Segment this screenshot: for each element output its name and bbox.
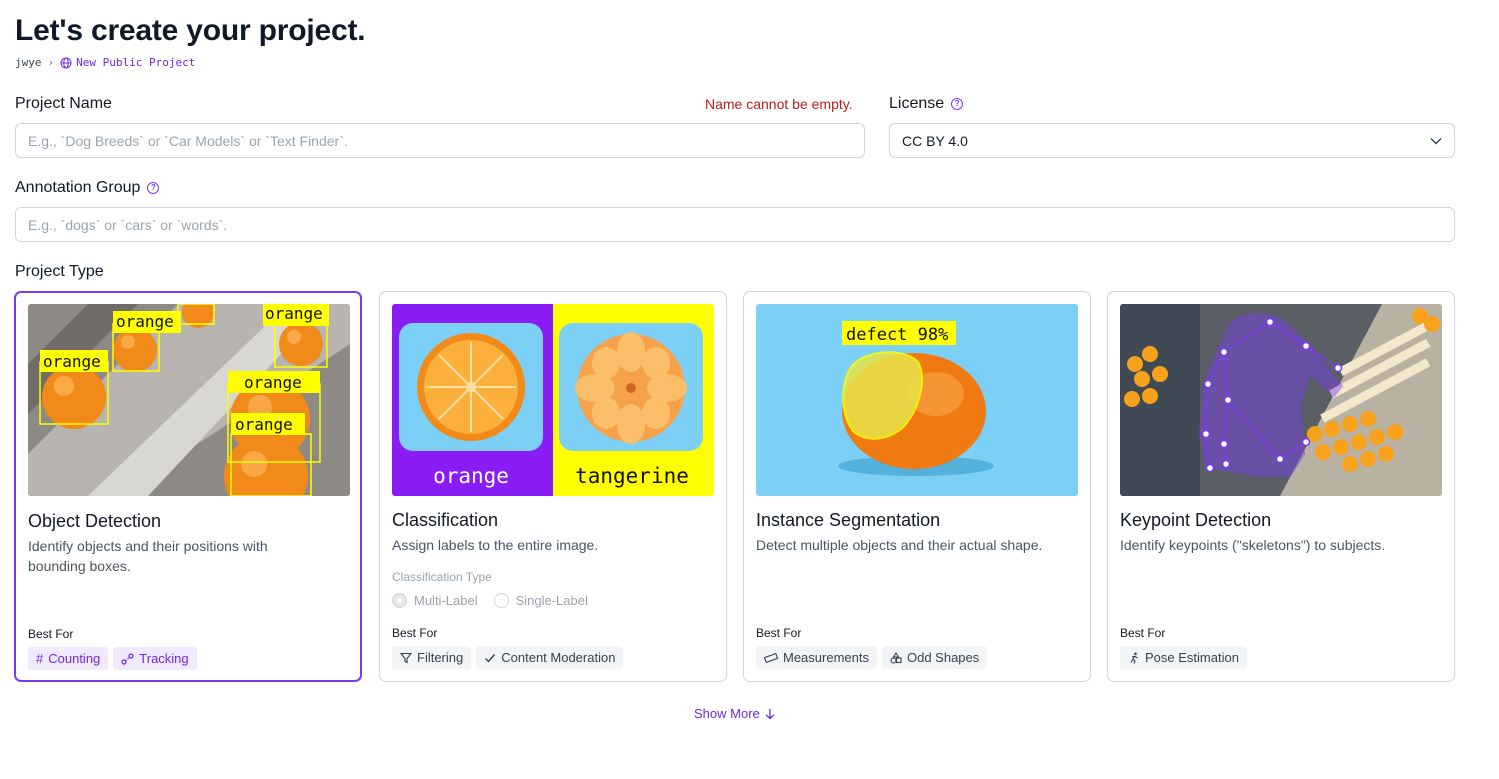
- radio-label: Single-Label: [515, 593, 588, 608]
- tag-label: Content Moderation: [501, 650, 616, 665]
- project-name-label: Project Name: [15, 95, 112, 113]
- best-for-label: Best For: [392, 626, 438, 640]
- tag-label: Measurements: [783, 650, 869, 665]
- radio-dot: [392, 593, 407, 608]
- help-icon[interactable]: ?: [951, 98, 964, 110]
- breadcrumb-user[interactable]: jwye: [15, 56, 42, 69]
- license-select[interactable]: CC BY 4.0: [889, 123, 1455, 158]
- breadcrumb-project-label: New Public Project: [76, 56, 196, 69]
- tag-label: Pose Estimation: [1145, 650, 1239, 665]
- tag-counting: # Counting: [28, 647, 109, 670]
- tag-list: # Counting Tracking: [28, 647, 197, 670]
- show-more-button[interactable]: Show More: [694, 706, 775, 721]
- card-title: Object Detection: [28, 511, 162, 531]
- project-name-input[interactable]: [15, 123, 865, 158]
- project-type-card-instance-segmentation[interactable]: defect 98% Instance Segmentation Detect …: [743, 291, 1091, 682]
- image-label: orange: [116, 312, 174, 331]
- breadcrumb-project: New Public Project: [60, 56, 195, 69]
- project-type-card-keypoint-detection[interactable]: Keypoint Detection Identify keypoints ("…: [1107, 291, 1455, 682]
- tag-label: Counting: [48, 651, 101, 666]
- arrow-down-icon: [765, 708, 775, 719]
- card-description: Assign labels to the entire image.: [392, 537, 599, 553]
- page-title: Let's create your project.: [15, 14, 366, 47]
- tag-label: Filtering: [417, 650, 464, 665]
- image-label: orange: [43, 352, 101, 371]
- card-title: Keypoint Detection: [1120, 510, 1272, 530]
- radio-single-label[interactable]: Single-Label: [493, 593, 588, 608]
- tag-measurements: Measurements: [756, 646, 877, 669]
- annotation-group-label-text: Annotation Group: [15, 179, 141, 196]
- card-description: Detect multiple objects and their actual…: [756, 537, 1043, 553]
- chevron-down-icon: [1430, 137, 1442, 145]
- globe-icon: [60, 57, 72, 68]
- tag-list: Filtering Content Moderation: [392, 646, 624, 669]
- card-title: Classification: [392, 510, 499, 530]
- shapes-icon: [890, 651, 902, 664]
- chevron-right-icon: ›: [47, 56, 55, 69]
- annotation-group-label: Annotation Group ?: [15, 179, 160, 197]
- card-description: Identify objects and their positions wit…: [28, 538, 268, 574]
- project-name-error: Name cannot be empty.: [705, 96, 853, 112]
- tag-list: Measurements Odd Shapes: [756, 646, 988, 669]
- image-label: orange: [235, 415, 293, 434]
- tag-tracking: Tracking: [113, 647, 197, 670]
- best-for-label: Best For: [756, 626, 802, 640]
- project-name-label-text: Project Name: [15, 95, 112, 112]
- hash-icon: #: [36, 651, 44, 666]
- tag-list: Pose Estimation: [1120, 646, 1247, 669]
- classification-type-radios: Multi-Label Single-Label: [392, 593, 588, 608]
- radio-label: Multi-Label: [414, 593, 478, 608]
- help-icon[interactable]: ?: [147, 182, 160, 194]
- tag-label: Odd Shapes: [906, 650, 980, 665]
- tag-label: Tracking: [139, 651, 189, 666]
- card-description: Identify keypoints ("skeletons") to subj…: [1120, 537, 1386, 553]
- license-label-text: License: [889, 95, 945, 112]
- image-label: orange: [265, 304, 323, 323]
- tag-content-moderation: Content Moderation: [476, 646, 624, 669]
- license-label: License ?: [889, 95, 964, 113]
- breadcrumb: jwye › New Public Project: [15, 56, 195, 69]
- image-label: orange: [433, 464, 509, 488]
- card-title: Instance Segmentation: [756, 510, 941, 530]
- license-select-value: CC BY 4.0: [902, 132, 968, 149]
- check-icon: [485, 653, 496, 663]
- radio-dot: [493, 593, 509, 608]
- best-for-label: Best For: [1120, 626, 1166, 640]
- image-label: defect 98%: [846, 325, 948, 345]
- image-label: tangerine: [575, 464, 689, 488]
- running-person-icon: [1130, 652, 1138, 664]
- best-for-label: Best For: [28, 627, 74, 641]
- tag-filtering: Filtering: [392, 646, 472, 669]
- classification-image: orange tangerine: [392, 304, 714, 496]
- tag-pose-estimation: Pose Estimation: [1120, 646, 1247, 669]
- keypoint-detection-image: [1120, 304, 1442, 496]
- image-label: orange: [244, 373, 302, 392]
- object-detection-image: orange orange orange orange orange: [28, 304, 350, 496]
- project-type-card-classification[interactable]: orange tangerine Classification Assign l…: [379, 291, 727, 682]
- project-type-label: Project Type: [15, 263, 104, 280]
- tag-odd-shapes: Odd Shapes: [881, 646, 988, 669]
- ruler-icon: [764, 652, 778, 663]
- annotation-group-input[interactable]: [15, 207, 1455, 242]
- route-icon: [121, 652, 134, 665]
- project-type-card-object-detection[interactable]: orange orange orange orange orange Objec…: [14, 291, 362, 682]
- radio-multi-label[interactable]: Multi-Label: [392, 593, 478, 608]
- show-more-label: Show More: [694, 706, 760, 721]
- filter-icon: [400, 652, 412, 663]
- instance-segmentation-image: defect 98%: [756, 304, 1078, 496]
- classification-type-label: Classification Type: [392, 570, 492, 584]
